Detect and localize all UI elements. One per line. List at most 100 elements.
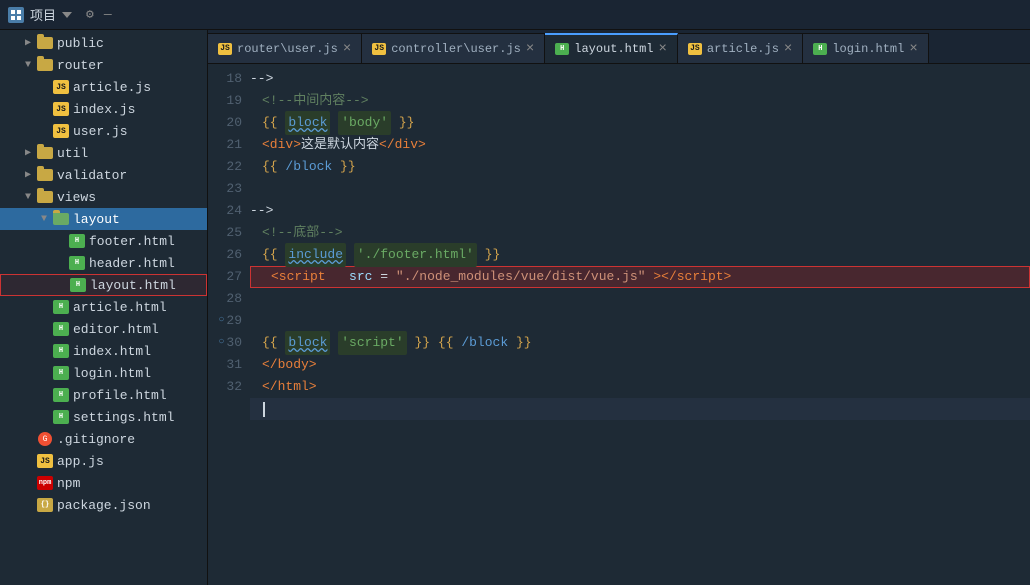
gear-button[interactable]: ⚙ [86, 7, 94, 22]
code-token: {{ [262, 244, 278, 266]
tab-label: router\user.js [237, 42, 338, 56]
sidebar-item-index-html[interactable]: H index.html [0, 340, 207, 362]
line-number: 27 [212, 266, 242, 288]
sidebar-item-package-json[interactable]: {} package.json [0, 494, 207, 516]
sidebar-item-gitignore[interactable]: G .gitignore [0, 428, 207, 450]
sidebar-item-router[interactable]: router [0, 54, 207, 76]
code-line-19: {{ block 'body' }} [250, 112, 1030, 134]
tab-login-html[interactable]: H login.html × [803, 33, 928, 63]
tab-close-button[interactable]: × [526, 42, 534, 56]
sidebar-item-npm[interactable]: npm npm [0, 472, 207, 494]
code-token: {{ [262, 156, 278, 178]
sidebar-item-router-index[interactable]: JS index.js [0, 98, 207, 120]
sidebar-item-views[interactable]: views [0, 186, 207, 208]
code-token: {{ [262, 112, 278, 134]
folder-icon [52, 211, 70, 227]
code-token: 'body' [338, 111, 391, 135]
sidebar-item-router-user[interactable]: JS user.js [0, 120, 207, 142]
line-number: 28 [212, 288, 242, 310]
sidebar-item-footer-html[interactable]: H footer.html [0, 230, 207, 252]
code-token: }} [340, 156, 356, 178]
sidebar-item-label: router [57, 58, 104, 73]
code-line-22 [250, 178, 1030, 200]
sidebar-item-article-html[interactable]: H article.html [0, 296, 207, 318]
code-token: <script [271, 269, 326, 284]
sidebar-item-label: app.js [57, 454, 104, 469]
sidebar-item-label: settings.html [73, 410, 174, 425]
code-token: </div> [379, 134, 426, 156]
code-token: include [285, 243, 346, 267]
code-line-30: </html> [250, 376, 1030, 398]
sidebar-item-label: header.html [89, 256, 175, 271]
sidebar-item-profile-html[interactable]: H profile.html [0, 384, 207, 406]
code-line-29: </body> [250, 354, 1030, 376]
sidebar-item-header-html[interactable]: H header.html [0, 252, 207, 274]
line-number: 31 [212, 354, 242, 376]
sidebar-item-util[interactable]: util [0, 142, 207, 164]
sidebar-item-validator[interactable]: validator [0, 164, 207, 186]
tabs-bar: JS router\user.js × JS controller\user.j… [208, 30, 1030, 64]
line-number: 26 [212, 244, 242, 266]
tab-close-button[interactable]: × [343, 42, 351, 56]
code-content: --> <!--中间内容--> {{ block 'body' }} <div> [250, 64, 1030, 585]
sidebar-item-label: user.js [73, 124, 128, 139]
code-token: <!--底部--> [262, 222, 343, 244]
folder-icon [36, 57, 54, 73]
tab-controller-user[interactable]: JS controller\user.js × [362, 33, 545, 63]
line-number: 25 [212, 222, 242, 244]
project-icon [8, 7, 24, 23]
html-file-icon: H [52, 321, 70, 337]
folder-icon [36, 145, 54, 161]
sidebar-item-settings-html[interactable]: H settings.html [0, 406, 207, 428]
fold-icon[interactable]: ○ [218, 310, 224, 332]
code-token: }} [399, 112, 415, 134]
json-file-icon: {} [36, 497, 54, 513]
tab-js-icon: JS [372, 43, 386, 55]
folder-icon [36, 189, 54, 205]
tab-js-icon: JS [218, 43, 232, 55]
line-number: 23 [212, 178, 242, 200]
code-token: <!--中间内容--> [262, 90, 369, 112]
sidebar-item-label: footer.html [89, 234, 175, 249]
code-token: './footer.html' [354, 243, 477, 267]
sidebar-item-layout-html[interactable]: H layout.html [0, 274, 207, 296]
tab-router-user[interactable]: JS router\user.js × [208, 33, 362, 63]
code-line-18: <!--中间内容--> [250, 90, 1030, 112]
code-token: }} [485, 244, 501, 266]
tab-article-js[interactable]: JS article.js × [678, 33, 803, 63]
tab-html-icon: H [813, 43, 827, 55]
sidebar-item-label: npm [57, 476, 80, 491]
sidebar-item-editor-html[interactable]: H editor.html [0, 318, 207, 340]
sidebar-item-label: index.html [73, 344, 151, 359]
fold-icon[interactable]: ○ [218, 332, 224, 354]
sidebar-item-label: editor.html [73, 322, 159, 337]
code-token: 'script' [338, 331, 406, 355]
tab-layout-html[interactable]: H layout.html × [545, 33, 678, 63]
sidebar-item-router-article[interactable]: JS article.js [0, 76, 207, 98]
sidebar-item-app-js[interactable]: JS app.js [0, 450, 207, 472]
html-file-icon: H [52, 365, 70, 381]
html-file-icon: H [68, 255, 86, 271]
tab-close-button[interactable]: × [784, 42, 792, 56]
code-editor[interactable]: 18 19 20 21 22 23 24 25 26 27 28 ○29 ○30… [208, 64, 1030, 585]
html-file-icon: H [52, 409, 70, 425]
code-token: </body> [262, 354, 317, 376]
js-file-icon: JS [36, 453, 54, 469]
tab-close-button[interactable]: × [909, 42, 917, 56]
js-file-icon: JS [52, 123, 70, 139]
html-file-icon: H [69, 277, 87, 293]
line-numbers: 18 19 20 21 22 23 24 25 26 27 28 ○29 ○30… [208, 64, 250, 585]
code-token: </html> [262, 376, 317, 398]
code-line-20: <div> 这是默认内容 </div> [250, 134, 1030, 156]
sidebar-item-public[interactable]: public [0, 32, 207, 54]
code-token: /block [461, 332, 508, 354]
tab-js-icon: JS [688, 43, 702, 55]
sidebar-item-layout-folder[interactable]: layout [0, 208, 207, 230]
sidebar-item-label: layout.html [90, 278, 176, 293]
file-tree: public router JS article.js JS index.js … [0, 30, 208, 585]
code-token: {{ [262, 332, 278, 354]
minimize-button[interactable]: — [104, 7, 112, 22]
tab-close-button[interactable]: × [658, 42, 666, 56]
sidebar-item-login-html[interactable]: H login.html [0, 362, 207, 384]
sidebar-item-label: util [57, 146, 88, 161]
